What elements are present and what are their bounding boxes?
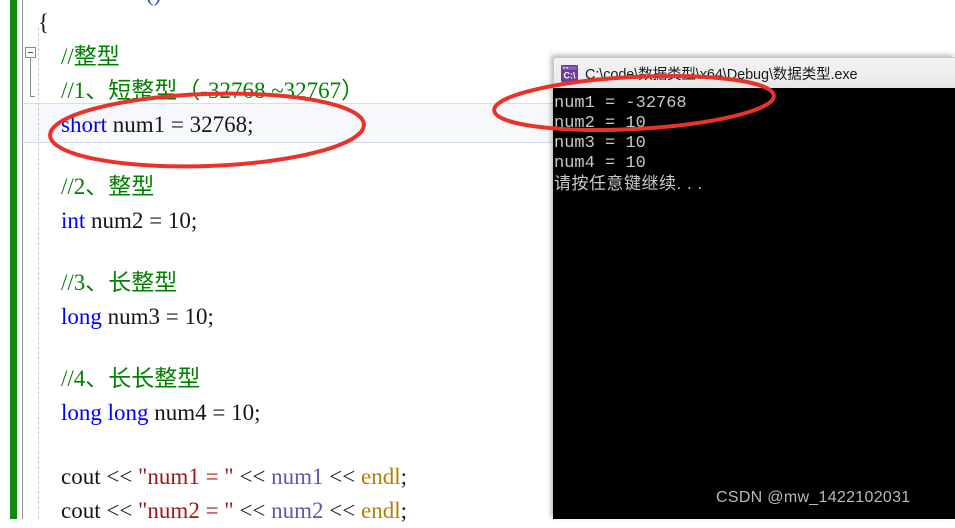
code-token-kw: int [61, 208, 86, 233]
code-token-macro: endl [360, 498, 401, 523]
code-token-plain: << [233, 464, 272, 489]
code-token-plain: num2 = 10; [85, 208, 198, 233]
code-token-plain: num1 = 32768; [107, 112, 254, 137]
code-token-plain: << [323, 464, 361, 489]
console-title-bar[interactable]: C:\ C:\code\数据类型\x64\Debug\数据类型.exe [553, 57, 955, 88]
code-line[interactable]: long num3 = 10; [38, 300, 214, 334]
console-output-area[interactable]: num1 = -32768 num2 = 10 num3 = 10 num4 = 10… [553, 88, 955, 519]
code-line[interactable]: long long num4 = 10; [38, 396, 261, 430]
clipped-previous-line-text: () [146, 0, 161, 7]
console-window[interactable]: C:\ C:\code\数据类型\x64\Debug\数据类型.exe num1… [553, 57, 955, 519]
code-token-kw: long [61, 304, 102, 329]
collapse-region-icon[interactable] [25, 47, 36, 58]
code-token-plain: num3 = 10; [101, 304, 214, 329]
code-token-var: num1 [271, 464, 324, 489]
console-output-line: num3 = 10 [554, 134, 646, 153]
code-line[interactable]: //4、长长整型 [38, 362, 200, 396]
code-line[interactable]: short num1 = 32768; [38, 108, 254, 142]
code-token-cmt: //1、短整型（-32768 ~32767） [38, 78, 365, 103]
console-app-icon: C:\ [561, 64, 578, 82]
code-token-plain: ; [400, 498, 407, 523]
fold-region-stem-foot [30, 96, 35, 97]
console-output-line: num4 = 10 [554, 154, 646, 173]
svg-text:C:\: C:\ [564, 70, 576, 80]
code-token-macro: endl [360, 464, 401, 489]
console-output-line: num2 = 10 [554, 114, 646, 133]
code-line[interactable]: //整型 [38, 40, 120, 74]
code-token-plain: << [233, 498, 272, 523]
code-line[interactable]: //2、整型 [38, 170, 154, 204]
code-line[interactable]: { [38, 6, 49, 40]
code-token-kw: short [61, 112, 107, 137]
code-token-var: num2 [271, 498, 324, 523]
gutter-separator-line [22, 0, 23, 519]
console-output-line: 请按任意键继续. . . [554, 174, 703, 193]
console-title-text: C:\code\数据类型\x64\Debug\数据类型.exe [585, 66, 858, 83]
code-token-plain: cout << [38, 498, 139, 523]
code-token-plain: num4 = 10; [148, 400, 261, 425]
code-token-cmt: //4、长长整型 [38, 366, 201, 391]
console-output-line: num1 = -32768 [554, 94, 687, 113]
code-line[interactable]: cout << "num2 = " << num2 << endl; [38, 494, 407, 528]
code-line[interactable]: cout << "num1 = " << num1 << endl; [38, 460, 407, 494]
code-line[interactable]: int num2 = 10; [38, 204, 197, 238]
code-token-kw: long long [61, 400, 149, 425]
change-indicator-bar [10, 0, 17, 519]
code-token-plain: cout << [38, 464, 139, 489]
watermark-text: CSDN @mw_1422102031 [716, 489, 911, 506]
code-token-brace: { [38, 10, 50, 35]
code-token-plain: ; [400, 464, 407, 489]
code-line[interactable]: //3、长整型 [38, 266, 177, 300]
code-token-cmt: //整型 [38, 44, 120, 69]
code-token-str: "num2 = " [138, 498, 234, 523]
fold-region-stem [30, 58, 31, 96]
code-token-cmt: //3、长整型 [38, 270, 178, 295]
code-line[interactable]: //1、短整型（-32768 ~32767） [38, 74, 364, 108]
code-token-plain: << [323, 498, 361, 523]
code-token-str: "num1 = " [138, 464, 234, 489]
code-token-cmt: //2、整型 [38, 174, 155, 199]
